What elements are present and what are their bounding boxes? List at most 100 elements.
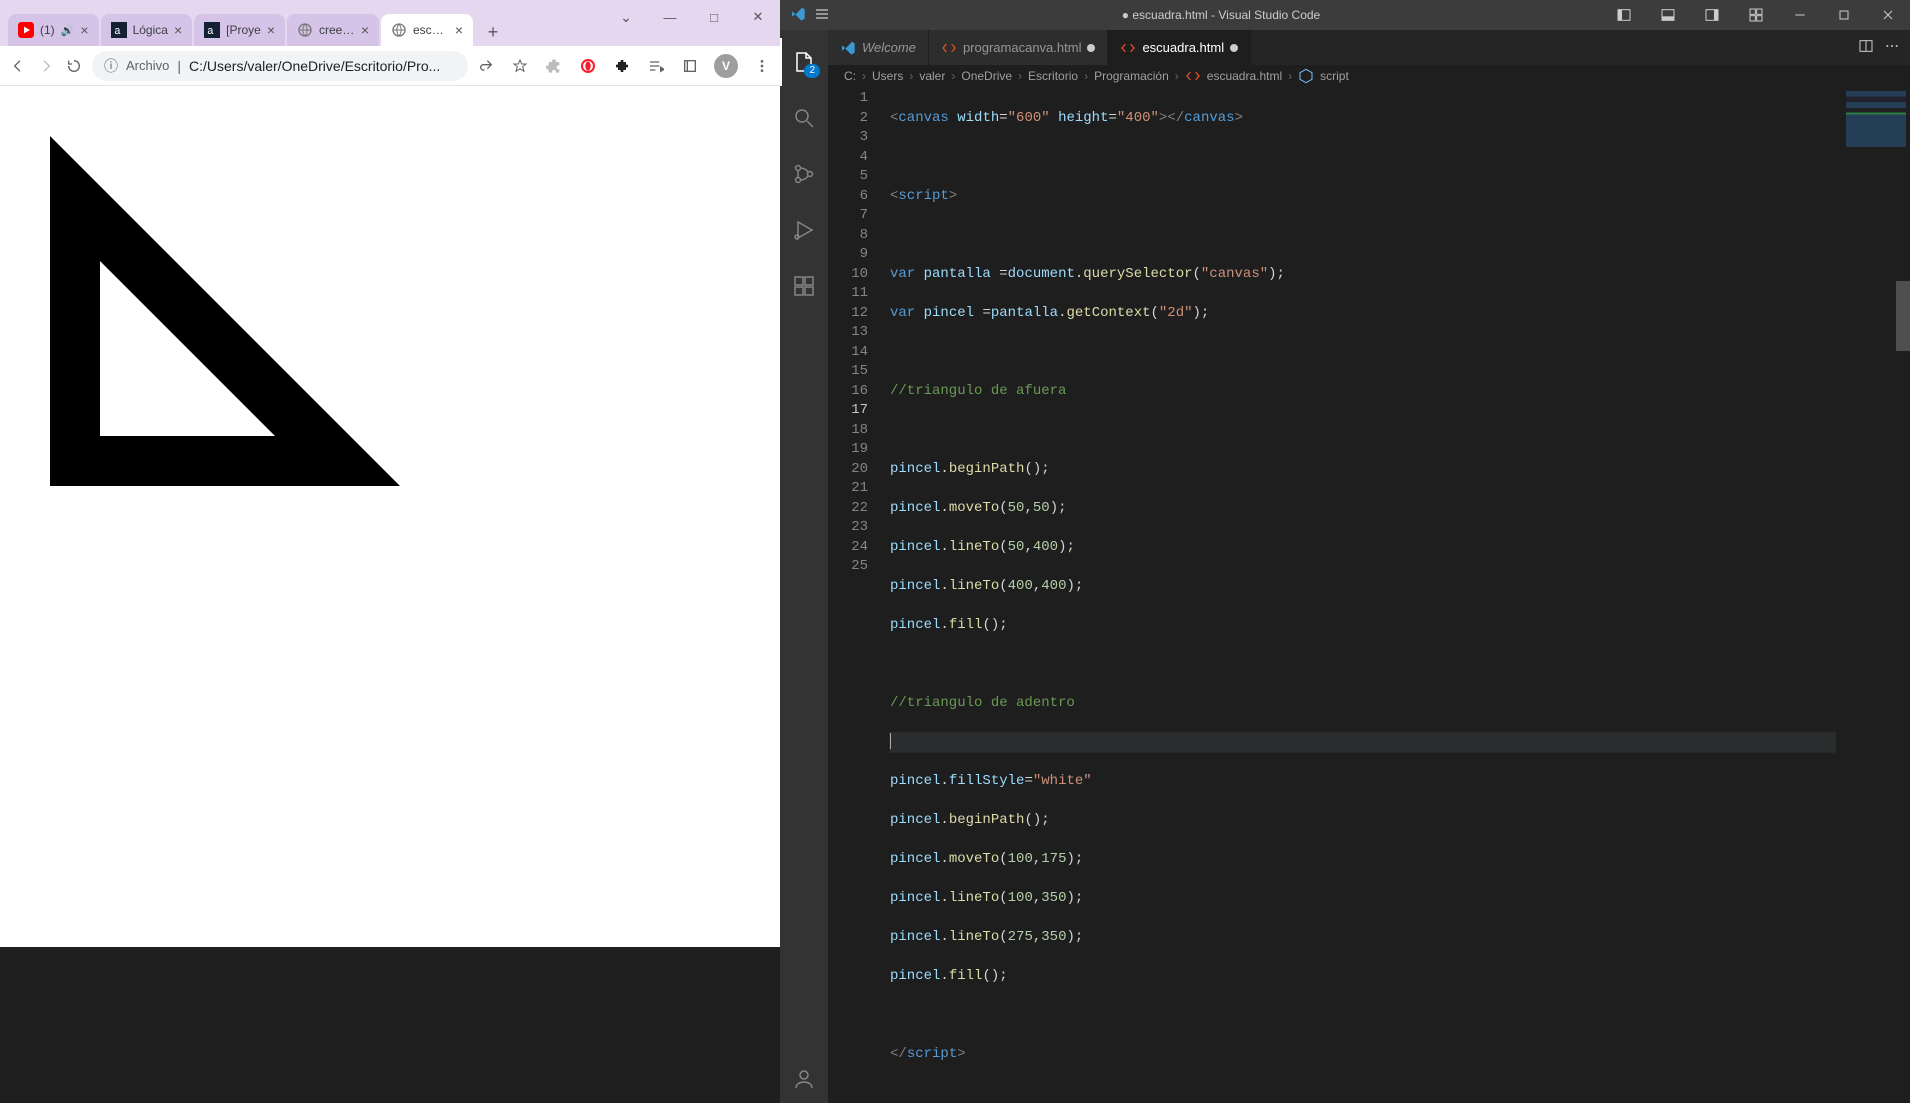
breadcrumb-seg[interactable]: C: — [844, 69, 856, 83]
line-number: 6 — [828, 187, 868, 207]
close-icon[interactable]: × — [80, 22, 88, 38]
breadcrumb-seg[interactable]: escuadra.html — [1207, 69, 1282, 83]
split-editor-icon[interactable] — [1858, 38, 1874, 57]
code-content[interactable]: <canvas width="600" height="400"></canva… — [880, 87, 1836, 1103]
window-maximize-button[interactable]: □ — [692, 2, 736, 32]
close-icon[interactable]: × — [361, 22, 369, 38]
line-number: 12 — [828, 304, 868, 324]
close-icon[interactable]: × — [455, 22, 463, 38]
source-control-icon[interactable] — [780, 150, 828, 198]
editor-tabs: Welcome programacanva.html escuadra.html — [828, 30, 1910, 65]
opera-extension-icon[interactable] — [578, 56, 598, 76]
youtube-icon — [18, 22, 34, 38]
chrome-tab[interactable]: a [Proye × — [194, 14, 285, 46]
line-number: 1 — [828, 89, 868, 109]
unsaved-dot-icon — [1230, 44, 1238, 52]
chrome-toolbar: ⓘ Archivo | C:/Users/valer/OneDrive/Escr… — [0, 46, 780, 86]
site-info-icon[interactable]: ⓘ — [104, 56, 118, 76]
line-number: 8 — [828, 226, 868, 246]
explorer-badge: 2 — [804, 64, 820, 78]
editor-area: Welcome programacanva.html escuadra.html — [828, 30, 1910, 1103]
reload-button[interactable] — [64, 56, 84, 76]
run-debug-icon[interactable] — [780, 206, 828, 254]
breadcrumb-seg[interactable]: valer — [919, 69, 945, 83]
accounts-icon[interactable] — [780, 1055, 828, 1103]
vscode-window-controls — [1778, 0, 1910, 30]
playlist-icon[interactable] — [646, 56, 666, 76]
app-menu-button[interactable] — [814, 6, 830, 25]
close-icon[interactable]: × — [267, 22, 275, 38]
alura-icon: a — [204, 22, 220, 38]
breadcrumb[interactable]: C:› Users› valer› OneDrive› Escritorio› … — [828, 65, 1910, 87]
forward-button[interactable] — [36, 56, 56, 76]
line-number: 2 — [828, 109, 868, 129]
tab-file-escuadra[interactable]: escuadra.html — [1108, 30, 1251, 65]
breadcrumb-seg[interactable]: Users — [872, 69, 903, 83]
tab-title: escuad — [413, 23, 449, 37]
chrome-tab[interactable]: (1) 🔊 × — [8, 14, 99, 46]
activity-bar: 2 — [780, 30, 828, 1103]
line-number: 4 — [828, 148, 868, 168]
new-tab-button[interactable]: + — [479, 18, 507, 46]
line-number: 21 — [828, 479, 868, 499]
reader-mode-icon[interactable] — [680, 56, 700, 76]
line-number: 15 — [828, 362, 868, 382]
audio-icon: 🔊 — [61, 24, 75, 37]
extensions-puzzle-icon[interactable] — [612, 56, 632, 76]
line-number-gutter: 1 2 3 4 5 6 7 8 9 10 11 12 13 14 15 16 1 — [828, 87, 880, 1103]
tab-search-button[interactable]: ⌄ — [604, 2, 648, 32]
chrome-menu-button[interactable] — [752, 56, 772, 76]
breadcrumb-seg[interactable]: Programación — [1094, 69, 1169, 83]
customize-layout-icon[interactable] — [1734, 0, 1778, 30]
window-minimize-button[interactable]: — — [648, 2, 692, 32]
window-close-button[interactable]: ✕ — [736, 2, 780, 32]
globe-icon — [297, 22, 313, 38]
editor-scrollbar[interactable] — [1896, 65, 1910, 1103]
back-button[interactable] — [8, 56, 28, 76]
chrome-tab-active[interactable]: escuad × — [381, 14, 473, 46]
chrome-tab[interactable]: a Lógica × — [101, 14, 193, 46]
breadcrumb-seg[interactable]: Escritorio — [1028, 69, 1078, 83]
window-close-button[interactable] — [1866, 0, 1910, 30]
explorer-icon[interactable]: 2 — [780, 38, 828, 86]
close-icon[interactable]: × — [174, 22, 182, 38]
line-number: 14 — [828, 343, 868, 363]
address-bar[interactable]: ⓘ Archivo | C:/Users/valer/OneDrive/Escr… — [92, 51, 468, 81]
tab-title: creepe — [319, 23, 355, 37]
window-minimize-button[interactable] — [1778, 0, 1822, 30]
line-number: 7 — [828, 206, 868, 226]
code-area[interactable]: 1 2 3 4 5 6 7 8 9 10 11 12 13 14 15 16 1 — [828, 87, 1910, 1103]
bookmark-icon[interactable] — [510, 56, 530, 76]
rendered-page — [0, 86, 780, 947]
toggle-sidebar-left-icon[interactable] — [1602, 0, 1646, 30]
vscode-logo-icon — [790, 6, 806, 25]
line-number: 22 — [828, 499, 868, 519]
url-path: C:/Users/valer/OneDrive/Escritorio/Pro..… — [189, 58, 456, 74]
line-number: 9 — [828, 245, 868, 265]
vscode-window: ● escuadra.html - Visual Studio Code 2 — [780, 0, 1910, 947]
tab-file-programacanva[interactable]: programacanva.html — [929, 30, 1109, 65]
toggle-sidebar-right-icon[interactable] — [1690, 0, 1734, 30]
symbol-icon — [1298, 68, 1314, 84]
more-actions-icon[interactable] — [1884, 38, 1900, 57]
tab-title: [Proye — [226, 23, 261, 37]
toggle-panel-icon[interactable] — [1646, 0, 1690, 30]
line-number: 18 — [828, 421, 868, 441]
extension-icon[interactable] — [544, 56, 564, 76]
search-icon[interactable] — [780, 94, 828, 142]
share-icon[interactable] — [476, 56, 496, 76]
breadcrumb-seg[interactable]: OneDrive — [961, 69, 1012, 83]
line-number: 16 — [828, 382, 868, 402]
scrollbar-thumb[interactable] — [1896, 281, 1910, 351]
window-maximize-button[interactable] — [1822, 0, 1866, 30]
profile-avatar[interactable]: V — [714, 54, 738, 78]
chrome-tab[interactable]: creepe × — [287, 14, 379, 46]
line-number: 23 — [828, 518, 868, 538]
extensions-icon[interactable] — [780, 262, 828, 310]
breadcrumb-seg[interactable]: script — [1320, 69, 1349, 83]
chrome-toolbar-right: V — [476, 54, 772, 78]
tab-welcome[interactable]: Welcome — [828, 30, 929, 65]
tab-label: Welcome — [862, 40, 916, 55]
html-file-icon — [1185, 68, 1201, 84]
tab-title: Lógica — [133, 23, 168, 37]
